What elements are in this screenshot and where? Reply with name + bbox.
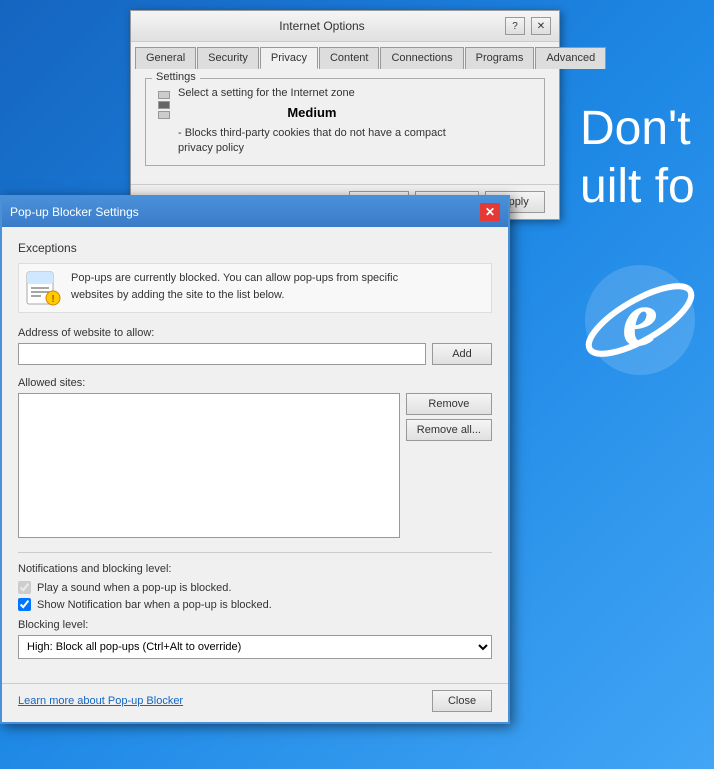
privacy-slider-area: Select a setting for the Internet zone M… bbox=[158, 87, 532, 157]
slider-mark-3 bbox=[158, 111, 170, 119]
privacy-slider[interactable] bbox=[158, 91, 170, 119]
tab-content[interactable]: Content bbox=[319, 47, 380, 69]
notifications-section: Notifications and blocking level: Play a… bbox=[18, 552, 492, 611]
exceptions-warning-icon: ! bbox=[25, 270, 61, 306]
help-button[interactable]: ? bbox=[505, 17, 525, 35]
privacy-level: Medium bbox=[178, 105, 446, 120]
popup-blocker-titlebar: Pop-up Blocker Settings ✕ bbox=[2, 197, 508, 227]
allowed-sites-listbox[interactable] bbox=[18, 393, 400, 538]
exceptions-header: Exceptions bbox=[18, 241, 492, 255]
popup-blocker-title: Pop-up Blocker Settings bbox=[10, 205, 139, 219]
settings-group-label: Settings bbox=[152, 71, 200, 83]
privacy-zone-label: Select a setting for the Internet zone bbox=[178, 87, 446, 99]
internet-options-title: Internet Options bbox=[139, 19, 505, 33]
popup-blocker-content: Exceptions ! Pop-ups are currently block… bbox=[2, 227, 508, 683]
slider-mark-2 bbox=[158, 101, 170, 109]
popup-blocker-dialog: Pop-up Blocker Settings ✕ Exceptions ! P… bbox=[0, 195, 510, 724]
learn-more-link[interactable]: Learn more about Pop-up Blocker bbox=[18, 695, 183, 707]
allowed-sites-buttons: Remove Remove all... bbox=[406, 393, 492, 538]
popup-blocker-footer: Learn more about Pop-up Blocker Close bbox=[2, 683, 508, 722]
tab-general[interactable]: General bbox=[135, 47, 196, 69]
close-button[interactable]: ✕ bbox=[531, 17, 551, 35]
popup-close-button[interactable]: ✕ bbox=[480, 203, 500, 221]
remove-button[interactable]: Remove bbox=[406, 393, 492, 415]
privacy-text: Select a setting for the Internet zone M… bbox=[178, 87, 446, 157]
privacy-desc-2: privacy policy bbox=[178, 141, 446, 156]
address-label: Address of website to allow: bbox=[18, 327, 492, 339]
close-dialog-button[interactable]: Close bbox=[432, 690, 492, 712]
play-sound-checkbox[interactable] bbox=[18, 581, 31, 594]
tab-advanced[interactable]: Advanced bbox=[535, 47, 606, 69]
blocking-level-section: Blocking level: High: Block all pop-ups … bbox=[18, 619, 492, 659]
show-notification-checkbox[interactable] bbox=[18, 598, 31, 611]
tab-privacy[interactable]: Privacy bbox=[260, 47, 318, 69]
privacy-content: Settings Select a setting for the Intern… bbox=[131, 68, 559, 184]
titlebar-buttons: ? ✕ bbox=[505, 17, 551, 35]
settings-group: Settings Select a setting for the Intern… bbox=[145, 78, 545, 166]
tab-connections[interactable]: Connections bbox=[380, 47, 463, 69]
privacy-desc-1: - Blocks third-party cookies that do not… bbox=[178, 126, 446, 141]
internet-options-dialog: Internet Options ? ✕ General Security Pr… bbox=[130, 10, 560, 220]
svg-text:!: ! bbox=[51, 294, 54, 305]
address-row: Add bbox=[18, 343, 492, 365]
tabs-bar: General Security Privacy Content Connect… bbox=[131, 42, 559, 68]
checkbox-row-2: Show Notification bar when a pop-up is b… bbox=[18, 598, 492, 611]
slider-mark-1 bbox=[158, 91, 170, 99]
show-notification-label: Show Notification bar when a pop-up is b… bbox=[37, 599, 272, 611]
internet-options-titlebar: Internet Options ? ✕ bbox=[131, 11, 559, 42]
allowed-sites-area: Remove Remove all... bbox=[18, 393, 492, 538]
checkbox-row-1: Play a sound when a pop-up is blocked. bbox=[18, 581, 492, 594]
exceptions-info-box: ! Pop-ups are currently blocked. You can… bbox=[18, 263, 492, 313]
allowed-sites-label: Allowed sites: bbox=[18, 377, 492, 389]
address-input[interactable] bbox=[18, 343, 426, 365]
remove-all-button[interactable]: Remove all... bbox=[406, 419, 492, 441]
notifications-label: Notifications and blocking level: bbox=[18, 563, 492, 575]
ie-logo-icon: e bbox=[580, 260, 700, 380]
bg-text: Don't uilt fo bbox=[580, 100, 714, 215]
blocking-level-label: Blocking level: bbox=[18, 619, 492, 631]
add-button[interactable]: Add bbox=[432, 343, 492, 365]
play-sound-label: Play a sound when a pop-up is blocked. bbox=[37, 582, 231, 594]
exceptions-info-text: Pop-ups are currently blocked. You can a… bbox=[71, 270, 398, 303]
tab-programs[interactable]: Programs bbox=[465, 47, 535, 69]
tab-security[interactable]: Security bbox=[197, 47, 259, 69]
blocking-level-select[interactable]: High: Block all pop-ups (Ctrl+Alt to ove… bbox=[18, 635, 492, 659]
